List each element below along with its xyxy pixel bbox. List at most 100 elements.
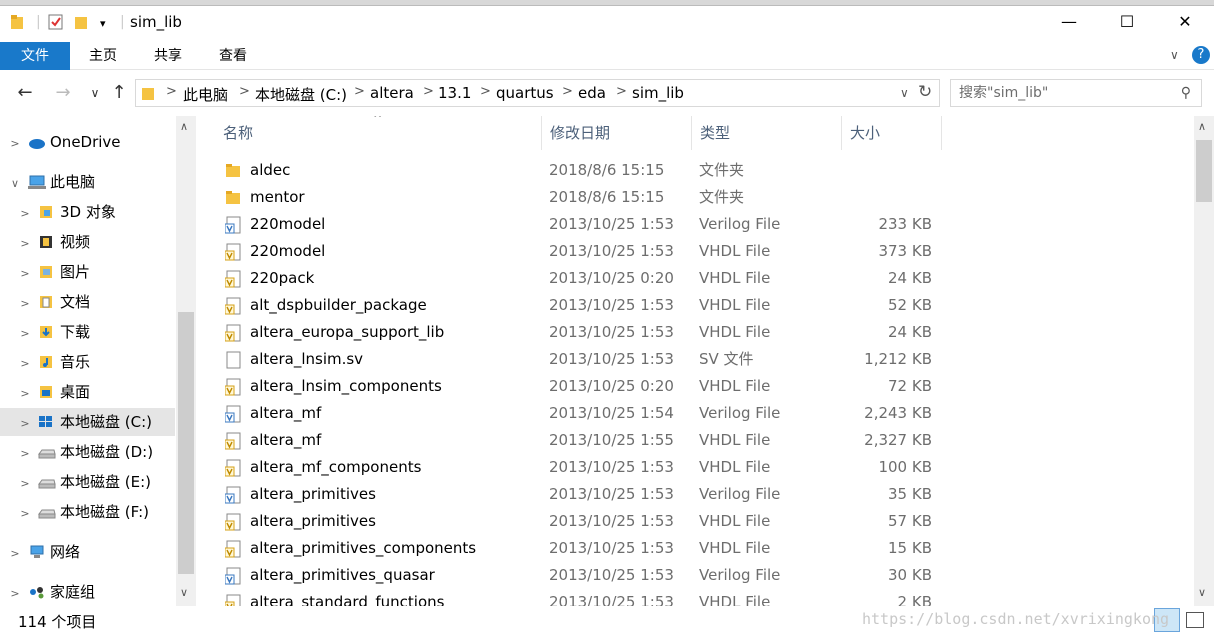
file-date: 2013/10/25 0:20 xyxy=(549,269,674,287)
file-size: 24 KB xyxy=(888,269,932,287)
file-type: VHDL File xyxy=(699,593,771,606)
vhdl-file-icon xyxy=(224,540,242,558)
file-date: 2013/10/25 1:53 xyxy=(549,512,674,530)
documents-icon xyxy=(38,290,54,308)
file-date: 2013/10/25 1:55 xyxy=(549,431,674,449)
file-row[interactable]: 220model 2013/10/25 1:53 Verilog File 233 K… xyxy=(205,211,945,238)
refresh-icon[interactable]: ↻ xyxy=(918,82,932,102)
maximize-button[interactable]: ☐ xyxy=(1098,6,1156,40)
address-history-icon[interactable]: ∨ xyxy=(900,86,909,100)
sidebar-item-music[interactable]: > 音乐 xyxy=(0,348,175,376)
tab-home[interactable]: 主页 xyxy=(80,42,126,70)
file-name: 220model xyxy=(250,215,326,233)
file-size: 57 KB xyxy=(888,512,932,530)
tab-view[interactable]: 查看 xyxy=(210,42,256,70)
close-button[interactable]: ✕ xyxy=(1156,6,1214,40)
customize-quick-access-icon[interactable]: ▾ xyxy=(100,17,106,30)
column-header-date[interactable]: 修改日期 xyxy=(542,116,692,150)
file-type: Verilog File xyxy=(699,404,781,422)
folder-icon xyxy=(225,162,242,180)
address-bar[interactable]: > 此电脑 > 本地磁盘 (C:) > altera > 13.1 > quar… xyxy=(135,79,940,107)
file-date: 2013/10/25 1:53 xyxy=(549,350,674,368)
folder-icon xyxy=(225,189,242,207)
minimize-button[interactable]: — xyxy=(1040,6,1098,40)
file-row[interactable]: mentor 2018/8/6 15:15 文件夹 xyxy=(205,184,945,211)
file-size: 35 KB xyxy=(888,485,932,503)
homegroup-icon xyxy=(28,580,44,599)
tab-file[interactable]: 文件 xyxy=(0,42,70,70)
expand-ribbon-icon[interactable]: ∨ xyxy=(1170,48,1179,62)
column-header-name[interactable]: 名称 xyxy=(215,116,542,150)
column-header-size[interactable]: 大小 xyxy=(842,116,942,150)
forward-arrow-icon[interactable]: → xyxy=(52,82,74,103)
file-name: altera_mf xyxy=(250,404,322,422)
file-row[interactable]: alt_dspbuilder_package 2013/10/25 1:53 VHD… xyxy=(205,292,945,319)
sidebar-item-this-pc[interactable]: ∨ 此电脑 xyxy=(0,168,175,196)
column-header-type[interactable]: 类型 xyxy=(692,116,842,150)
file-row[interactable]: altera_mf 2013/10/25 1:54 Verilog File 2,24… xyxy=(205,400,945,427)
help-icon[interactable]: ? xyxy=(1192,46,1210,64)
file-row[interactable]: aldec 2018/8/6 15:15 文件夹 xyxy=(205,157,945,184)
breadcrumb-13-1[interactable]: 13.1 xyxy=(438,84,471,102)
back-arrow-icon[interactable]: ← xyxy=(14,82,36,103)
breadcrumb-altera[interactable]: altera xyxy=(370,84,414,102)
sidebar-item-drive-c[interactable]: > 本地磁盘 (C:) xyxy=(0,408,175,436)
breadcrumb-quartus[interactable]: quartus xyxy=(496,84,554,102)
file-row[interactable]: altera_primitives_quasar 2013/10/25 1:53 V… xyxy=(205,562,945,589)
recent-locations-icon[interactable]: ∨ xyxy=(84,86,106,100)
breadcrumb-this-pc[interactable]: 此电脑 xyxy=(183,84,228,105)
vhdl-file-icon xyxy=(224,432,242,450)
sidebar-item-drive-e[interactable]: > 本地磁盘 (E:) xyxy=(0,468,175,496)
file-row[interactable]: altera_primitives 2013/10/25 1:53 VHDL Fil… xyxy=(205,508,945,535)
file-name: 220model xyxy=(250,242,326,260)
sidebar-item-network[interactable]: > 网络 xyxy=(0,538,175,566)
file-name: altera_primitives_components xyxy=(250,539,477,557)
file-list-scroll-thumb[interactable] xyxy=(1196,140,1212,202)
file-row[interactable]: 220pack 2013/10/25 0:20 VHDL File 24 KB xyxy=(205,265,945,292)
file-name: altera_lnsim.sv xyxy=(250,350,364,368)
file-row[interactable]: altera_lnsim.sv 2013/10/25 1:53 SV 文件 1,212… xyxy=(205,346,945,373)
sidebar-item-documents[interactable]: > 文档 xyxy=(0,288,175,316)
sidebar-item-pictures[interactable]: > 图片 xyxy=(0,258,175,286)
new-folder-icon[interactable] xyxy=(74,14,90,34)
sidebar-item-3d-objects[interactable]: >3D 对象 xyxy=(0,198,175,226)
search-input[interactable]: 搜索"sim_lib" ⚲ xyxy=(950,79,1202,107)
file-row[interactable]: altera_mf 2013/10/25 1:55 VHDL File 2,327 K… xyxy=(205,427,945,454)
sidebar-item-drive-f[interactable]: > 本地磁盘 (F:) xyxy=(0,498,175,526)
vhdl-file-icon xyxy=(224,243,242,261)
breadcrumb-drive-c[interactable]: 本地磁盘 (C:) xyxy=(255,84,347,105)
file-size: 1,212 KB xyxy=(864,350,932,368)
file-row[interactable]: altera_mf_components 2013/10/25 1:53 VHDL … xyxy=(205,454,945,481)
scroll-up-icon[interactable]: ∧ xyxy=(180,120,188,133)
sidebar-item-desktop[interactable]: > 桌面 xyxy=(0,378,175,406)
download-icon xyxy=(38,320,54,338)
breadcrumb-sim-lib[interactable]: sim_lib xyxy=(632,84,684,102)
file-row[interactable]: altera_europa_support_lib 2013/10/25 1:53… xyxy=(205,319,945,346)
scroll-down-icon[interactable]: ∨ xyxy=(1198,586,1206,599)
tab-share[interactable]: 共享 xyxy=(145,42,191,70)
watermark: https://blog.csdn.net/xvrixingkong xyxy=(862,610,1170,628)
file-row[interactable]: altera_standard_functions 2013/10/25 1:53… xyxy=(205,589,945,606)
file-row[interactable]: altera_primitives 2013/10/25 1:53 Verilog … xyxy=(205,481,945,508)
sidebar-item-videos[interactable]: > 视频 xyxy=(0,228,175,256)
file-row[interactable]: altera_primitives_components 2013/10/25 1… xyxy=(205,535,945,562)
cloud-icon xyxy=(28,130,45,149)
sidebar-item-homegroup[interactable]: > 家庭组 xyxy=(0,578,175,606)
file-size: 2 KB xyxy=(897,593,932,606)
navigation-scroll-thumb[interactable] xyxy=(178,312,194,574)
properties-icon[interactable] xyxy=(48,14,64,34)
file-name: aldec xyxy=(250,161,291,179)
breadcrumb-eda[interactable]: eda xyxy=(578,84,606,102)
large-icons-view-icon[interactable] xyxy=(1186,612,1204,628)
sidebar-item-downloads[interactable]: > 下载 xyxy=(0,318,175,346)
file-icon xyxy=(225,351,242,369)
sidebar-item-onedrive[interactable]: > OneDrive xyxy=(0,128,175,156)
sidebar-item-drive-d[interactable]: > 本地磁盘 (D:) xyxy=(0,438,175,466)
file-row[interactable]: altera_lnsim_components 2013/10/25 0:20 VH… xyxy=(205,373,945,400)
scroll-up-icon[interactable]: ∧ xyxy=(1198,120,1206,133)
navigation-scrollbar[interactable]: ∧ ∨ xyxy=(176,116,196,606)
vhdl-file-icon xyxy=(224,594,242,606)
up-arrow-icon[interactable]: ↑ xyxy=(108,82,130,103)
scroll-down-icon[interactable]: ∨ xyxy=(180,586,188,599)
file-row[interactable]: 220model 2013/10/25 1:53 VHDL File 373 KB xyxy=(205,238,945,265)
